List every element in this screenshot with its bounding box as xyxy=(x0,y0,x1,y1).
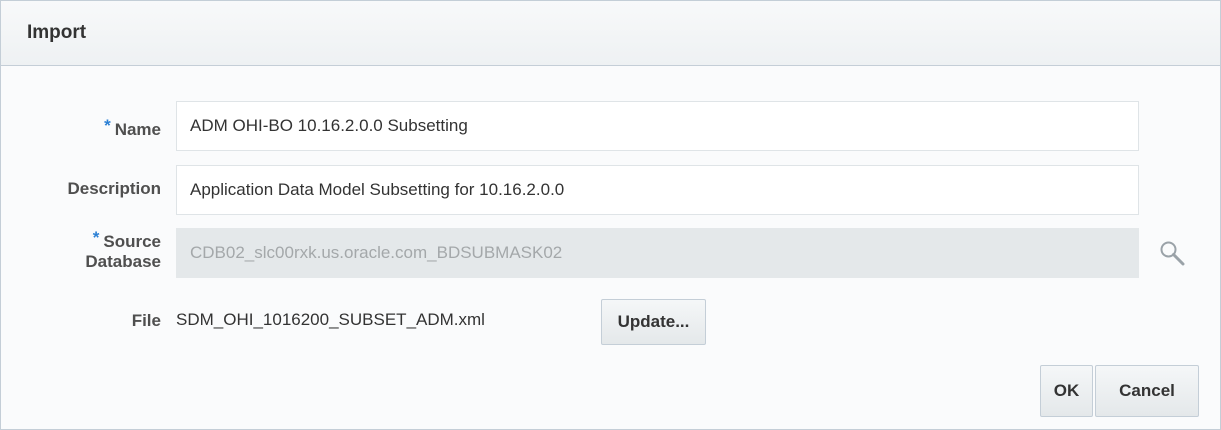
source-database-search-button[interactable] xyxy=(1157,238,1189,270)
source-database-label-line2: Database xyxy=(85,252,161,271)
name-label-text: Name xyxy=(114,120,161,139)
source-database-input xyxy=(176,228,1139,278)
dialog-title: Import xyxy=(27,22,87,43)
source-database-label-line1: Source xyxy=(103,232,161,251)
source-database-label: * Source Database xyxy=(85,228,161,272)
cancel-button[interactable]: Cancel xyxy=(1095,365,1199,417)
name-label: * Name xyxy=(104,116,161,140)
description-label: Description xyxy=(67,179,161,199)
import-dialog: Import *Name Description *Source Databas… xyxy=(0,0,1221,430)
required-marker: * xyxy=(104,116,111,135)
name-input[interactable] xyxy=(176,101,1139,151)
search-icon xyxy=(1160,241,1185,266)
file-name: SDM_OHI_1016200_SUBSET_ADM.xml xyxy=(176,310,485,329)
file-label-text: File xyxy=(131,311,161,330)
update-button[interactable]: Update... xyxy=(601,299,706,345)
dialog-title-bar: Import xyxy=(1,1,1220,66)
ok-button[interactable]: OK xyxy=(1040,365,1093,417)
file-label: File xyxy=(132,311,161,331)
description-input[interactable] xyxy=(176,165,1139,215)
required-marker: * xyxy=(92,228,100,247)
description-label-text: Description xyxy=(67,179,161,198)
